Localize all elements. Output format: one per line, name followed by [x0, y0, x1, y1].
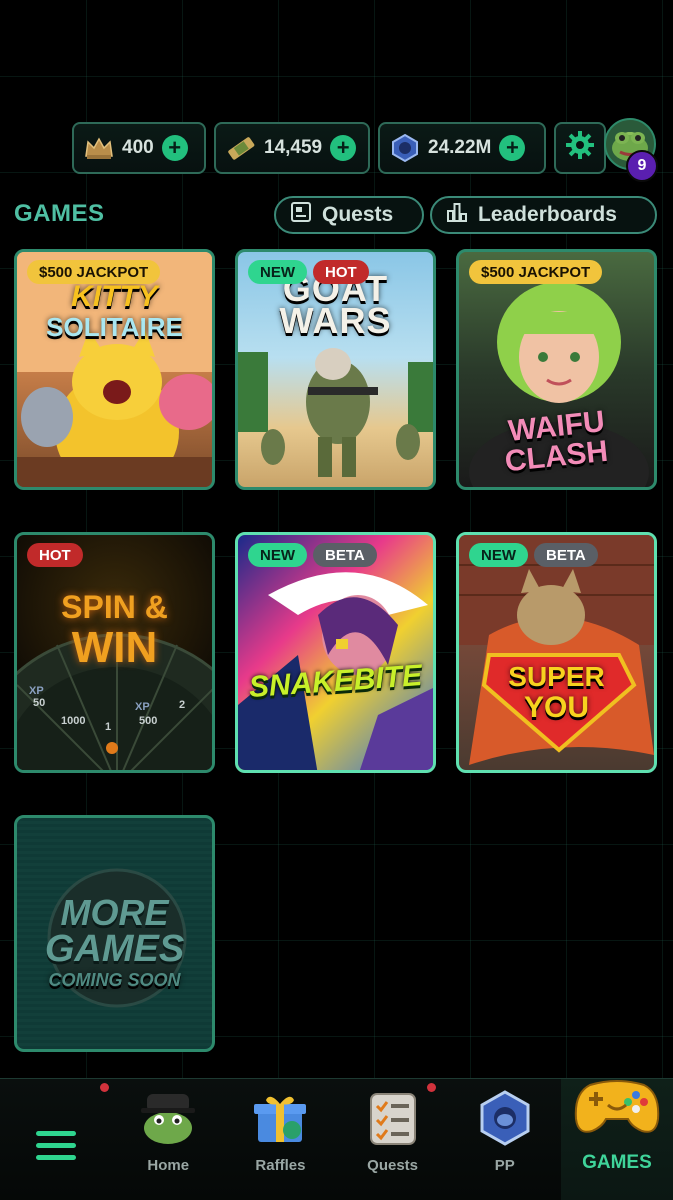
add-crowns-button[interactable]: + — [161, 135, 188, 161]
crown-icon — [84, 133, 114, 163]
tag-row: HOT — [27, 543, 83, 567]
kitty-title: KITTY — [71, 280, 158, 313]
nav-quests-label: Quests — [367, 1157, 419, 1174]
quests-notification-dot — [426, 1083, 436, 1092]
nav-games[interactable]: GAMES — [560, 1079, 673, 1200]
game-card-kitty-solitaire[interactable]: $500 JACKPOT KITTY SOLITAIRE — [14, 249, 215, 490]
wheel-50-label: 50 — [33, 697, 46, 709]
quests-icon — [290, 201, 312, 229]
win-title: WIN — [71, 623, 158, 672]
pp-shield-icon — [478, 1090, 532, 1151]
snakebite-art — [238, 572, 433, 770]
new-tag: NEW — [469, 543, 528, 567]
jackpot-tag: $500 JACKPOT — [27, 260, 161, 284]
tickets-pill[interactable]: 14,459 + — [214, 122, 370, 174]
leaderboards-button[interactable]: Leaderboards — [430, 196, 657, 234]
wheel-2-label: 2 — [179, 699, 186, 711]
pp-pill[interactable]: 24.22M + — [378, 122, 546, 174]
quests-label: Quests — [322, 203, 394, 226]
add-pp-button[interactable]: + — [499, 135, 526, 161]
game-card-snakebite[interactable]: NEW BETA SNAKEBITE — [235, 532, 436, 773]
nav-raffles[interactable]: Raffles — [224, 1079, 336, 1200]
menu-button[interactable] — [0, 1079, 112, 1200]
nav-games-label: GAMES — [582, 1152, 652, 1173]
nav-home-label: Home — [147, 1157, 190, 1174]
nav-home[interactable]: Home — [112, 1079, 224, 1200]
gift-box-icon — [250, 1090, 310, 1151]
wheel-1000-label: 1000 — [61, 715, 86, 727]
quests-button[interactable]: Quests — [274, 196, 424, 234]
gamepad-icon — [572, 1075, 662, 1142]
super-you-art — [459, 535, 654, 765]
wheel-xp-label-2: XP — [135, 701, 150, 713]
leaderboards-label: Leaderboards — [478, 203, 617, 226]
leaderboard-icon — [446, 201, 468, 229]
new-tag: NEW — [248, 543, 307, 567]
tickets-value: 14,459 — [264, 137, 323, 158]
nav-raffles-label: Raffles — [255, 1157, 306, 1174]
tag-row: NEW BETA — [469, 543, 598, 567]
game-card-more-games: MORE GAMES COMING SOON — [14, 815, 215, 1052]
wheel-500-label: 500 — [139, 715, 158, 727]
settings-button[interactable] — [554, 122, 606, 174]
beta-tag: BETA — [313, 543, 377, 567]
tag-row: NEW HOT — [248, 260, 369, 284]
game-card-waifu-clash[interactable]: $500 JACKPOT WAIFU CLASH — [456, 249, 657, 490]
pp-coin-icon — [390, 133, 420, 163]
profile-avatar-button[interactable]: 9 — [604, 118, 658, 182]
page-title: GAMES — [14, 200, 105, 227]
solitaire-title: SOLITAIRE — [46, 312, 183, 342]
nav-quests[interactable]: Quests — [337, 1079, 449, 1200]
spin-title: SPIN & — [61, 589, 168, 625]
game-card-super-you[interactable]: NEW BETA SUPER YOU — [456, 532, 657, 773]
checklist-icon — [367, 1090, 419, 1151]
wheel-1-label: 1 — [105, 721, 112, 733]
currency-bar: 400 + 14,459 + 24.22M + — [72, 122, 606, 176]
bottom-navigation: Home Raffles Quests PP GAMES — [0, 1078, 673, 1200]
game-card-goat-wars[interactable]: NEW HOT GOAT WARS — [235, 249, 436, 490]
pp-value: 24.22M — [428, 137, 492, 158]
super-title: SUPER — [508, 661, 605, 692]
coming-soon-title: COMING SOON — [48, 970, 181, 990]
hot-tag: HOT — [313, 260, 369, 284]
crowns-value: 400 — [122, 137, 154, 158]
menu-notification-dot — [100, 1083, 109, 1092]
wheel-xp-label: XP — [29, 685, 44, 697]
add-tickets-button[interactable]: + — [330, 135, 357, 161]
notification-badge: 9 — [626, 150, 658, 182]
tag-row: NEW BETA — [248, 543, 377, 567]
hot-tag: HOT — [27, 543, 83, 567]
tag-row: $500 JACKPOT — [469, 260, 603, 284]
you-title: YOU — [523, 691, 589, 724]
wars-title: WARS — [279, 300, 392, 341]
pepe-home-icon — [137, 1090, 199, 1151]
nav-pp[interactable]: PP — [449, 1079, 561, 1200]
crowns-pill[interactable]: 400 + — [72, 122, 206, 174]
gear-icon — [565, 130, 595, 166]
nav-pp-label: PP — [494, 1157, 515, 1174]
hamburger-menu-icon — [36, 1129, 77, 1166]
tag-row: $500 JACKPOT — [27, 260, 161, 284]
beta-tag: BETA — [534, 543, 598, 567]
ticket-icon — [226, 133, 256, 163]
game-card-spin-and-win[interactable]: HOT XP 50 1000 1 XP 500 2 SPIN & WIN — [14, 532, 215, 773]
games-title: GAMES — [44, 928, 185, 970]
jackpot-tag: $500 JACKPOT — [469, 260, 603, 284]
new-tag: NEW — [248, 260, 307, 284]
